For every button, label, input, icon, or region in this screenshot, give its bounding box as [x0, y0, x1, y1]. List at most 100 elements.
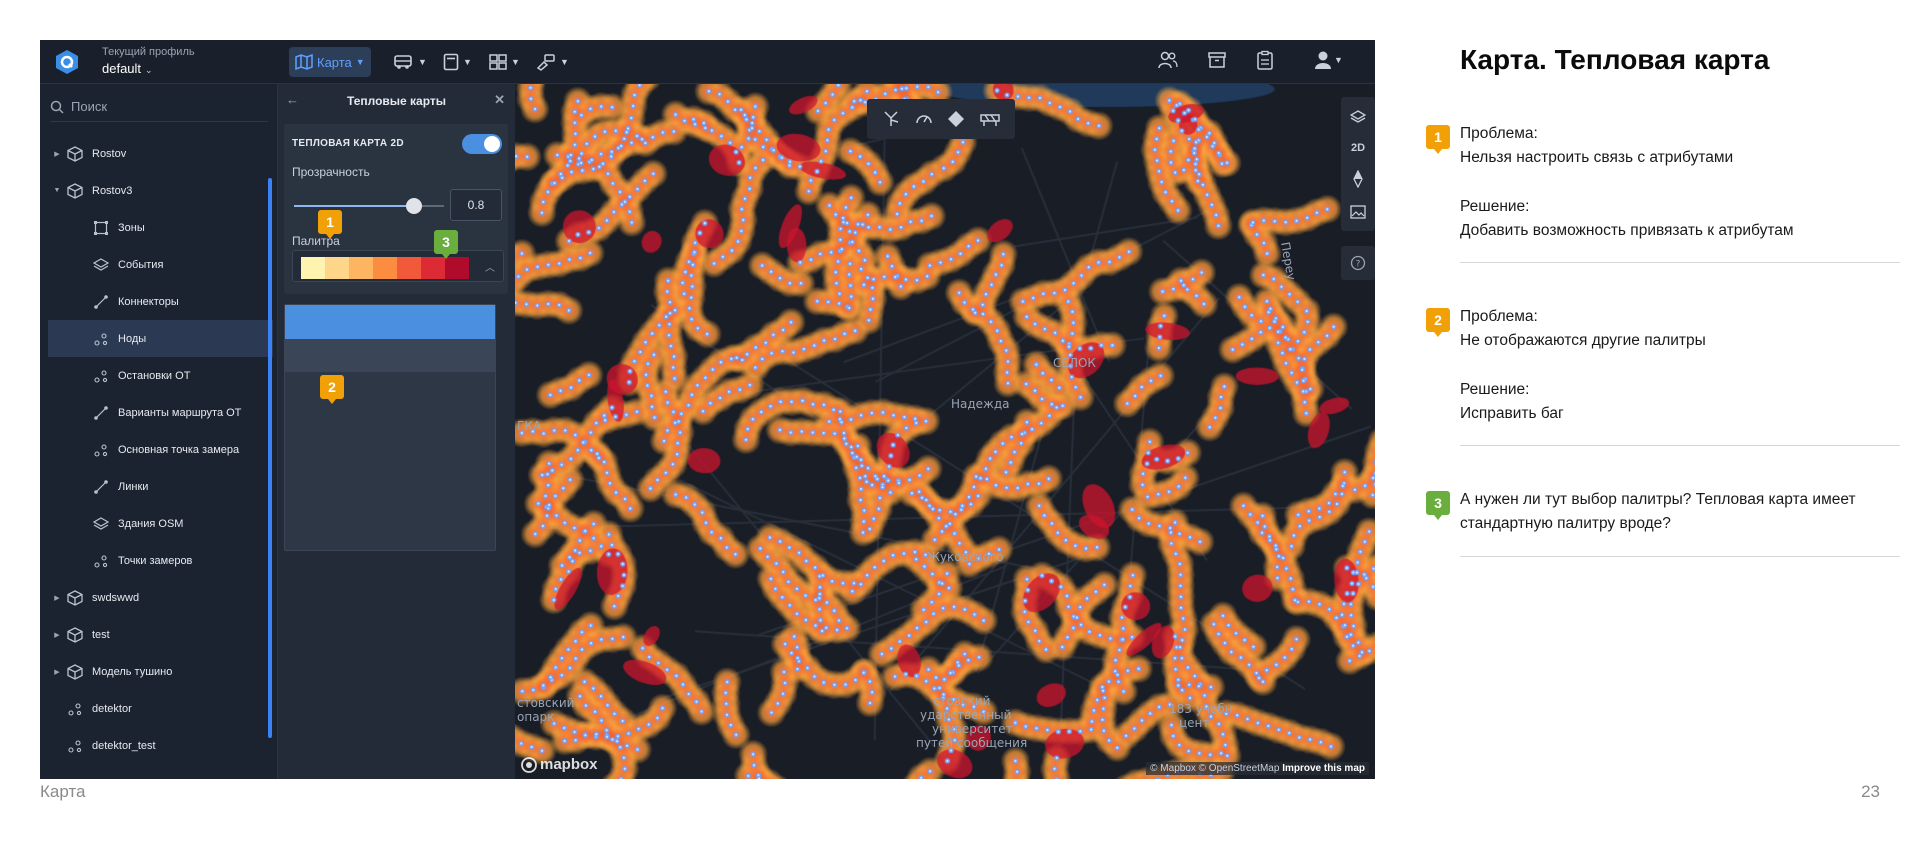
tree-item[interactable]: ▶Остановки ОТ — [48, 357, 273, 394]
tree-item[interactable]: ▶detektor_test — [48, 727, 273, 764]
help-icon: ? — [1350, 255, 1366, 271]
compass-icon[interactable] — [1352, 170, 1364, 189]
palette-option-2[interactable] — [285, 339, 495, 372]
note-marker-2: 2 — [1426, 308, 1450, 337]
map-draw-toolbar — [867, 99, 1015, 139]
layers-icon[interactable] — [1350, 109, 1366, 125]
note-divider — [1460, 262, 1900, 263]
palette-select[interactable]: ︿ — [292, 250, 504, 282]
nav-tools-button[interactable]: ▼ — [530, 47, 575, 77]
dashboard-icon — [489, 54, 507, 70]
tree-item[interactable]: ▶ swdswwd — [48, 579, 273, 616]
attribution-text[interactable]: © Mapbox © OpenStreetMap — [1150, 763, 1279, 774]
users-icon[interactable] — [1158, 50, 1178, 70]
note-1: Проблема: Нельзя настроить связь с атриб… — [1460, 122, 1900, 243]
chevron-up-icon[interactable]: ︿ — [485, 259, 495, 274]
nodes-icon — [92, 441, 110, 459]
tree-item[interactable]: ▶Точки замеров — [48, 542, 273, 579]
opacity-input[interactable]: 0.8 — [450, 189, 502, 221]
split-lines-icon[interactable] — [882, 110, 900, 128]
chevron-down-icon: ⌄ — [145, 65, 153, 75]
map-label: ГКА — [517, 419, 542, 433]
help-button[interactable]: ? — [1341, 246, 1375, 280]
annotation-marker-1: 1 — [318, 210, 342, 239]
app-logo-icon[interactable] — [55, 49, 79, 75]
caret-down-icon: ▼ — [1334, 55, 1343, 65]
nav-map-button[interactable]: Карта ▼ — [289, 47, 371, 77]
sidebar-scrollbar[interactable] — [268, 178, 272, 738]
layer-tree: ▶Rostov▼Rostov3▶Зоны▶События▶Коннекторы▶… — [48, 135, 273, 764]
note-2: Проблема: Не отображаются другие палитры… — [1460, 305, 1900, 426]
expand-arrow-right-icon[interactable]: ▶ — [48, 668, 66, 676]
image-icon[interactable] — [1350, 205, 1366, 219]
clipboard-icon[interactable] — [1255, 50, 1275, 70]
note-2-solution: Исправить баг — [1460, 405, 1564, 422]
nodes-icon — [66, 700, 84, 718]
tree-item[interactable]: ▶ Rostov — [48, 135, 273, 172]
note-2-solution-label: Решение: — [1460, 381, 1530, 398]
tree-item[interactable]: ▶Варианты маршрута ОТ — [48, 394, 273, 431]
palette-option-1[interactable] — [285, 305, 495, 339]
heatmap-canvas[interactable] — [515, 84, 1375, 779]
user-menu[interactable]: ▼ — [1314, 50, 1343, 70]
palette-dropdown — [284, 304, 496, 551]
nodes-icon — [66, 737, 84, 755]
barrier-icon[interactable] — [980, 110, 1000, 128]
map-label: путей сообщения — [916, 736, 1028, 750]
nav-transport-button[interactable]: ▼ — [388, 47, 433, 77]
caret-down-icon: ▼ — [560, 57, 569, 67]
tree-item[interactable]: ▶Здания OSM — [48, 505, 273, 542]
search-icon — [50, 100, 64, 114]
map-label: цент — [1179, 716, 1210, 730]
tree-item[interactable]: ▶Ноды — [48, 320, 273, 357]
back-arrow-icon[interactable]: ← — [286, 92, 299, 107]
toggle-2d-button[interactable]: 2D — [1351, 142, 1365, 154]
improve-map-link[interactable]: Improve this map — [1282, 763, 1365, 774]
profile-selector[interactable]: Текущий профиль default ⌄ — [102, 46, 195, 76]
slider-fill — [294, 205, 414, 207]
expand-arrow-right-icon[interactable]: ▶ — [48, 594, 66, 602]
map-label: стовский — [517, 696, 575, 710]
note-marker-1: 1 — [1426, 125, 1450, 154]
tree-item[interactable]: ▼ Rostov3 — [48, 172, 273, 209]
heatmap-2d-card: ТЕПЛОВАЯ КАРТА 2D Прозрачность 0.8 Палит… — [284, 124, 508, 294]
archive-icon[interactable] — [1207, 50, 1227, 70]
tree-item[interactable]: ▶Линки — [48, 468, 273, 505]
note-2-problem-label: Проблема: — [1460, 308, 1538, 325]
map-label: СЕЛОК — [1053, 356, 1096, 370]
expand-arrow-down-icon[interactable]: ▼ — [48, 187, 66, 194]
slider-handle[interactable] — [406, 198, 422, 214]
toggle-knob — [484, 136, 500, 152]
map-label: 183 учебн — [1169, 702, 1233, 716]
app-window: Текущий профиль default ⌄ Карта ▼ ▼ ▼ ▼ ▼ — [40, 40, 1375, 779]
caret-down-icon: ▼ — [355, 57, 365, 67]
nodes-icon — [92, 330, 110, 348]
search-input[interactable]: Поиск — [50, 92, 268, 122]
note-1-problem: Нельзя настроить связь с атрибутами — [1460, 149, 1734, 166]
tree-item[interactable]: ▶detektor — [48, 690, 273, 727]
nav-calculator-button[interactable]: ▼ — [437, 47, 478, 77]
diamond-icon[interactable] — [947, 110, 965, 128]
expand-arrow-right-icon[interactable]: ▶ — [48, 150, 66, 158]
tools-icon — [536, 54, 555, 71]
tree-item[interactable]: ▶Коннекторы — [48, 283, 273, 320]
close-icon[interactable]: ✕ — [494, 92, 505, 108]
opacity-slider[interactable] — [294, 198, 444, 214]
tree-item[interactable]: ▶События — [48, 246, 273, 283]
expand-arrow-right-icon[interactable]: ▶ — [48, 631, 66, 639]
heatmap-toggle[interactable] — [462, 134, 502, 154]
tree-item[interactable]: ▶ test — [48, 616, 273, 653]
top-bar: Текущий профиль default ⌄ Карта ▼ ▼ ▼ ▼ ▼ — [40, 40, 1375, 84]
page-number: 23 — [1861, 782, 1880, 801]
heatmap-map[interactable]: СЕЛОК Надежда Жуковского стовский опарк … — [515, 84, 1375, 779]
connector-icon — [92, 478, 110, 496]
nav-dashboard-button[interactable]: ▼ — [483, 47, 526, 77]
gauge-icon[interactable] — [915, 110, 933, 128]
tree-item[interactable]: ▶Основная точка замера — [48, 431, 273, 468]
tree-item[interactable]: ▶ Модель тушино — [48, 653, 273, 690]
tree-item-label: swdswwd — [92, 591, 140, 604]
tree-item[interactable]: ▶Зоны — [48, 209, 273, 246]
tree-item-label: Модель тушино — [92, 665, 173, 678]
tree-item-label: Линки — [118, 480, 149, 493]
mapbox-logo[interactable]: mapbox — [521, 756, 598, 773]
